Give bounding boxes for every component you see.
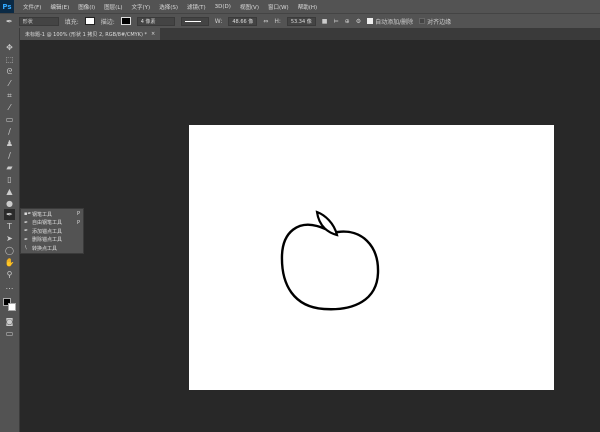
quick-mask-icon[interactable]: ◙	[4, 316, 15, 327]
pen-tool-preset-icon[interactable]: ✒	[6, 17, 13, 26]
flyout-item-pen[interactable]: ▪✒ 钢笔工具 P	[21, 210, 83, 219]
h-label: H:	[274, 17, 281, 25]
flyout-item-delete-anchor[interactable]: ✒ 删除锚点工具	[21, 236, 83, 245]
zoom-tool-icon[interactable]: ⚲	[4, 269, 15, 280]
flyout-label: 删除锚点工具	[32, 237, 63, 244]
flyout-item-convert-point[interactable]: ∖ 转换点工具	[21, 244, 83, 253]
options-bar: ✒ 形状 填充: 描边: 4 像素 W: 48.66 像 ⇔ H: 53.34 …	[0, 13, 600, 28]
menu-bar: Ps 文件(F) 编辑(E) 图像(I) 图层(L) 文字(Y) 选择(S) 滤…	[0, 0, 600, 13]
menu-file[interactable]: 文件(F)	[23, 3, 41, 11]
close-icon[interactable]: ×	[151, 31, 155, 37]
photoshop-logo: Ps	[0, 0, 14, 13]
stroke-line-icon	[184, 20, 201, 22]
document-canvas[interactable]	[189, 125, 554, 390]
width-input[interactable]: 48.66 像	[228, 16, 258, 26]
lasso-tool-icon[interactable]: ᘓ	[4, 66, 15, 77]
flyout-label: 钢笔工具	[32, 211, 53, 218]
gear-icon[interactable]: ⚙	[356, 18, 361, 25]
path-operations-icon[interactable]: ■	[322, 18, 328, 25]
auto-add-delete-label: 自动添加/删除	[375, 18, 414, 26]
mode-value: 形状	[22, 18, 33, 25]
apple-drawing	[280, 210, 380, 311]
more-tools-icon[interactable]: …	[4, 281, 15, 292]
eraser-tool-icon[interactable]: ▰	[4, 162, 15, 173]
path-arrangement-icon[interactable]: ⊕	[345, 18, 350, 25]
healing-brush-tool-icon[interactable]: ▭	[4, 114, 15, 125]
document-tab[interactable]: 未标题-1 @ 100% (形状 1 拷贝 2, RGB/8#/CMYK) * …	[20, 28, 160, 40]
add-anchor-icon: ✒	[24, 228, 29, 235]
shortcut-key: P	[76, 211, 80, 218]
shape-tool-icon[interactable]: ◯	[4, 245, 15, 256]
menu-edit[interactable]: 编辑(E)	[50, 3, 69, 11]
delete-anchor-icon: ✒	[24, 236, 29, 243]
pen-tool-icon[interactable]: ✒	[4, 209, 15, 220]
gradient-tool-icon[interactable]: ▯	[4, 174, 15, 185]
shortcut-key: P	[76, 219, 80, 226]
dodge-tool-icon[interactable]: ●	[4, 198, 15, 209]
fill-swatch[interactable]	[84, 17, 95, 25]
menu-select[interactable]: 选择(S)	[159, 3, 178, 11]
stroke-type-select[interactable]	[180, 16, 209, 26]
hand-tool-icon[interactable]: ✋	[4, 257, 15, 268]
stroke-width-input[interactable]: 4 像素	[136, 16, 175, 26]
apple-leaf-path	[315, 210, 339, 237]
menu-type[interactable]: 文字(Y)	[132, 3, 151, 11]
menu-layer[interactable]: 图层(L)	[104, 3, 122, 11]
magic-wand-tool-icon[interactable]: ⁄	[4, 78, 15, 89]
menu-image[interactable]: 图像(I)	[78, 3, 95, 11]
pen-icon: ▪✒	[24, 211, 32, 218]
mode-select[interactable]: 形状	[18, 16, 59, 26]
blur-tool-icon[interactable]: ▲	[4, 186, 15, 197]
flyout-label: 自由钢笔工具	[32, 220, 63, 227]
align-edges-label: 对齐边缘	[427, 18, 452, 26]
path-alignment-icon[interactable]: ⊨	[333, 18, 338, 25]
flyout-label: 转换点工具	[32, 245, 58, 252]
menu-view[interactable]: 视图(V)	[240, 3, 259, 11]
document-tab-title: 未标题-1 @ 100% (形状 1 拷贝 2, RGB/8#/CMYK) *	[25, 31, 148, 38]
move-tool-icon[interactable]: ✥	[4, 42, 15, 53]
flyout-item-freeform-pen[interactable]: ✒ 自由钢笔工具 P	[21, 219, 83, 228]
type-tool-icon[interactable]: T	[4, 221, 15, 232]
height-value: 53.34 像	[290, 18, 312, 25]
pen-tool-flyout: ▪✒ 钢笔工具 P ✒ 自由钢笔工具 P ✒ 添加锚点工具 ✒ 删除锚点工具 ∖ 转换点工具	[20, 208, 84, 254]
stroke-label: 描边:	[100, 18, 115, 26]
fill-label: 填充:	[64, 18, 79, 26]
stroke-width-value: 4 像素	[140, 18, 156, 25]
background-color-swatch[interactable]	[8, 303, 16, 311]
menu-filter[interactable]: 滤镜(T)	[187, 3, 206, 11]
clone-stamp-tool-icon[interactable]: ♟	[4, 138, 15, 149]
link-icon[interactable]: ⇔	[263, 18, 268, 25]
width-value: 48.66 像	[232, 18, 254, 25]
path-selection-tool-icon[interactable]: ➤	[4, 233, 15, 244]
menu-help[interactable]: 帮助(H)	[298, 3, 317, 11]
convert-point-icon: ∖	[24, 245, 28, 252]
history-brush-tool-icon[interactable]: ∕	[4, 150, 15, 161]
height-input[interactable]: 53.34 像	[286, 16, 316, 26]
eyedropper-tool-icon[interactable]: ⁄	[4, 102, 15, 113]
w-label: W:	[214, 17, 223, 25]
menu-window[interactable]: 窗口(W)	[268, 3, 289, 11]
crop-tool-icon[interactable]: ⌗	[4, 90, 15, 101]
freeform-pen-icon: ✒	[24, 219, 29, 226]
marquee-tool-icon[interactable]: ⬚	[4, 54, 15, 65]
stroke-swatch[interactable]	[120, 17, 131, 25]
apple-body-path	[280, 223, 380, 311]
flyout-item-add-anchor[interactable]: ✒ 添加锚点工具	[21, 227, 83, 236]
screen-mode-icon[interactable]: ▭	[4, 328, 15, 339]
document-tab-bar: 未标题-1 @ 100% (形状 1 拷贝 2, RGB/8#/CMYK) * …	[20, 28, 600, 40]
menu-3d[interactable]: 3D(D)	[215, 4, 231, 10]
brush-tool-icon[interactable]: ∕	[4, 126, 15, 137]
auto-add-delete-checkbox[interactable]	[367, 18, 374, 24]
align-edges-checkbox[interactable]	[419, 18, 426, 24]
tools-panel: ✥ ⬚ ᘓ ⁄ ⌗ ⁄ ▭ ∕ ♟ ∕ ▰ ▯ ▲ ● ✒ T ➤ ◯ ✋ ⚲ …	[0, 28, 20, 432]
flyout-label: 添加锚点工具	[32, 228, 63, 235]
